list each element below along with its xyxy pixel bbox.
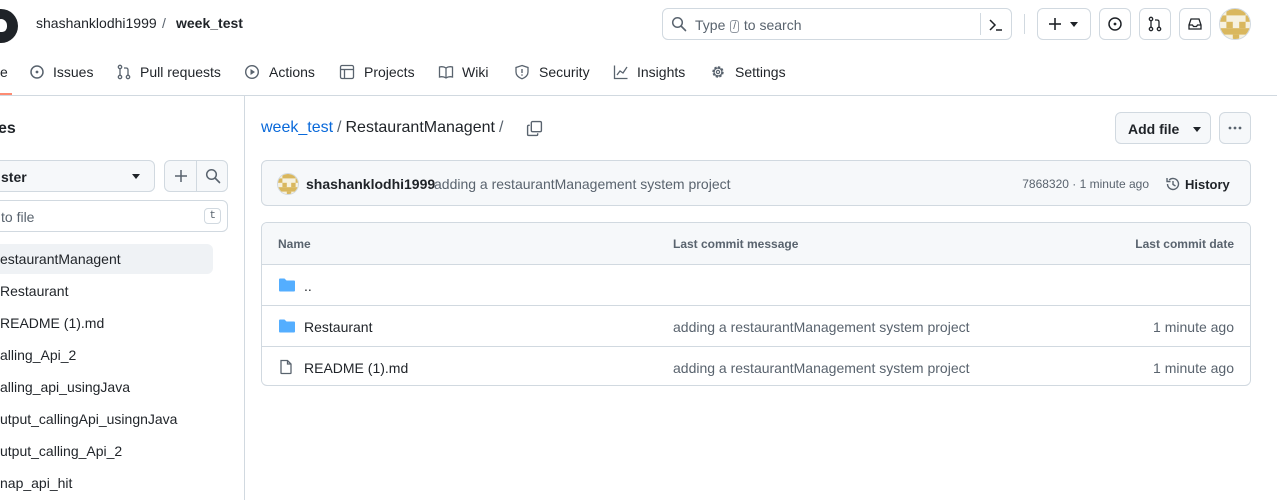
pull-request-icon bbox=[1148, 16, 1162, 32]
column-last-commit-message: Last commit message bbox=[673, 237, 799, 251]
tree-item[interactable]: alling_api_usingJava bbox=[0, 372, 213, 402]
tree-item[interactable]: estaurantManagent bbox=[0, 244, 213, 274]
create-new-button[interactable] bbox=[1037, 8, 1091, 40]
tree-item[interactable]: Restaurant bbox=[0, 276, 213, 306]
issue-icon bbox=[1108, 17, 1122, 31]
search-placeholder: Type / to search bbox=[695, 17, 802, 33]
column-name: Name bbox=[278, 237, 311, 251]
issue-icon bbox=[30, 65, 44, 79]
book-icon bbox=[438, 66, 454, 79]
file-tree-sidebar: es ster to file t estaurantManagent Rest… bbox=[0, 96, 245, 500]
owner-link[interactable]: shashanklodhi1999 bbox=[36, 15, 157, 31]
tree-item[interactable]: utput_calling_Api_2 bbox=[0, 436, 213, 466]
commit-meta[interactable]: 7868320 · 1 minute ago bbox=[1022, 177, 1149, 191]
folder-icon bbox=[279, 319, 295, 333]
top-header: shashanklodhi1999 / week_test Type / to … bbox=[0, 0, 1277, 48]
file-name[interactable]: README (1).md bbox=[304, 360, 408, 376]
chevron-down-icon bbox=[1070, 22, 1078, 27]
row-commit-message[interactable]: adding a restaurantManagement system pro… bbox=[673, 360, 970, 376]
file-name[interactable]: Restaurant bbox=[304, 319, 372, 335]
add-file-dropdown[interactable]: Add file bbox=[1115, 112, 1211, 144]
breadcrumb-current: RestaurantManagent bbox=[345, 119, 495, 136]
tree-item[interactable]: utput_callingApi_usingnJava bbox=[0, 404, 213, 434]
identicon-icon bbox=[278, 174, 298, 194]
breadcrumb: week_test / RestaurantManagent / bbox=[261, 119, 504, 136]
search-divider bbox=[980, 13, 981, 35]
commit-author[interactable]: shashanklodhi1999 bbox=[306, 176, 435, 192]
more-options-button[interactable] bbox=[1219, 112, 1251, 144]
search-input[interactable]: Type / to search bbox=[662, 8, 1012, 40]
gear-icon bbox=[712, 66, 724, 78]
play-icon bbox=[244, 64, 260, 80]
user-avatar[interactable] bbox=[1219, 8, 1251, 40]
search-icon bbox=[205, 168, 221, 184]
chevron-down-icon bbox=[132, 174, 140, 179]
column-last-commit-date: Last commit date bbox=[1135, 237, 1234, 251]
file-name[interactable]: .. bbox=[304, 278, 312, 294]
branch-selector[interactable]: ster bbox=[0, 160, 155, 192]
issues-button[interactable] bbox=[1099, 8, 1131, 40]
copy-path-button[interactable] bbox=[522, 117, 546, 141]
header-divider bbox=[1024, 14, 1025, 34]
history-icon bbox=[1166, 177, 1180, 191]
inbox-button[interactable] bbox=[1179, 8, 1211, 40]
active-tab-underline bbox=[0, 93, 12, 95]
search-files-button[interactable] bbox=[196, 160, 228, 192]
pull-requests-button[interactable] bbox=[1139, 8, 1171, 40]
sidebar-title: es bbox=[0, 120, 16, 137]
tree-item[interactable]: nap_api_hit bbox=[0, 468, 213, 498]
author-avatar[interactable] bbox=[277, 173, 299, 195]
repo-nav-tabs: e Issues Pull requests Actions Projects … bbox=[0, 48, 1277, 96]
repo-link[interactable]: week_test bbox=[176, 15, 243, 31]
header-separator: / bbox=[162, 15, 166, 31]
github-logo-icon[interactable] bbox=[0, 9, 18, 43]
row-commit-date: 1 minute ago bbox=[1153, 360, 1234, 376]
kebab-horizontal-icon bbox=[1228, 126, 1242, 130]
tree-item[interactable]: README (1).md bbox=[0, 308, 213, 338]
file-table: Name Last commit message Last commit dat… bbox=[261, 222, 1251, 386]
table-row[interactable]: .. bbox=[262, 265, 1250, 306]
row-commit-date: 1 minute ago bbox=[1153, 319, 1234, 335]
latest-commit-box: shashanklodhi1999 adding a restaurantMan… bbox=[261, 160, 1251, 206]
table-icon bbox=[339, 64, 355, 80]
plus-icon bbox=[1049, 18, 1061, 30]
shield-icon bbox=[515, 64, 529, 80]
graph-icon bbox=[613, 65, 628, 80]
add-file-button[interactable] bbox=[164, 160, 197, 192]
pull-request-icon bbox=[117, 64, 131, 80]
table-header: Name Last commit message Last commit dat… bbox=[262, 223, 1250, 265]
file-icon bbox=[280, 359, 292, 375]
inbox-icon bbox=[1188, 18, 1202, 30]
shortcut-key: t bbox=[204, 208, 221, 224]
go-to-file-input[interactable]: to file t bbox=[0, 200, 228, 232]
identicon-icon bbox=[1220, 9, 1250, 39]
table-row[interactable]: Restaurant adding a restaurantManagement… bbox=[262, 306, 1250, 347]
breadcrumb-repo-link[interactable]: week_test bbox=[261, 119, 333, 136]
command-palette-icon[interactable] bbox=[988, 17, 1004, 33]
commit-message[interactable]: adding a restaurantManagement system pro… bbox=[434, 176, 731, 192]
tree-item[interactable]: alling_Api_2 bbox=[0, 340, 213, 370]
plus-icon bbox=[175, 170, 187, 182]
folder-icon bbox=[279, 278, 295, 292]
chevron-down-icon bbox=[1193, 127, 1201, 132]
row-commit-message[interactable]: adding a restaurantManagement system pro… bbox=[673, 319, 970, 335]
table-row[interactable]: README (1).md adding a restaurantManagem… bbox=[262, 347, 1250, 385]
copy-icon bbox=[526, 120, 543, 137]
search-icon bbox=[671, 16, 687, 32]
